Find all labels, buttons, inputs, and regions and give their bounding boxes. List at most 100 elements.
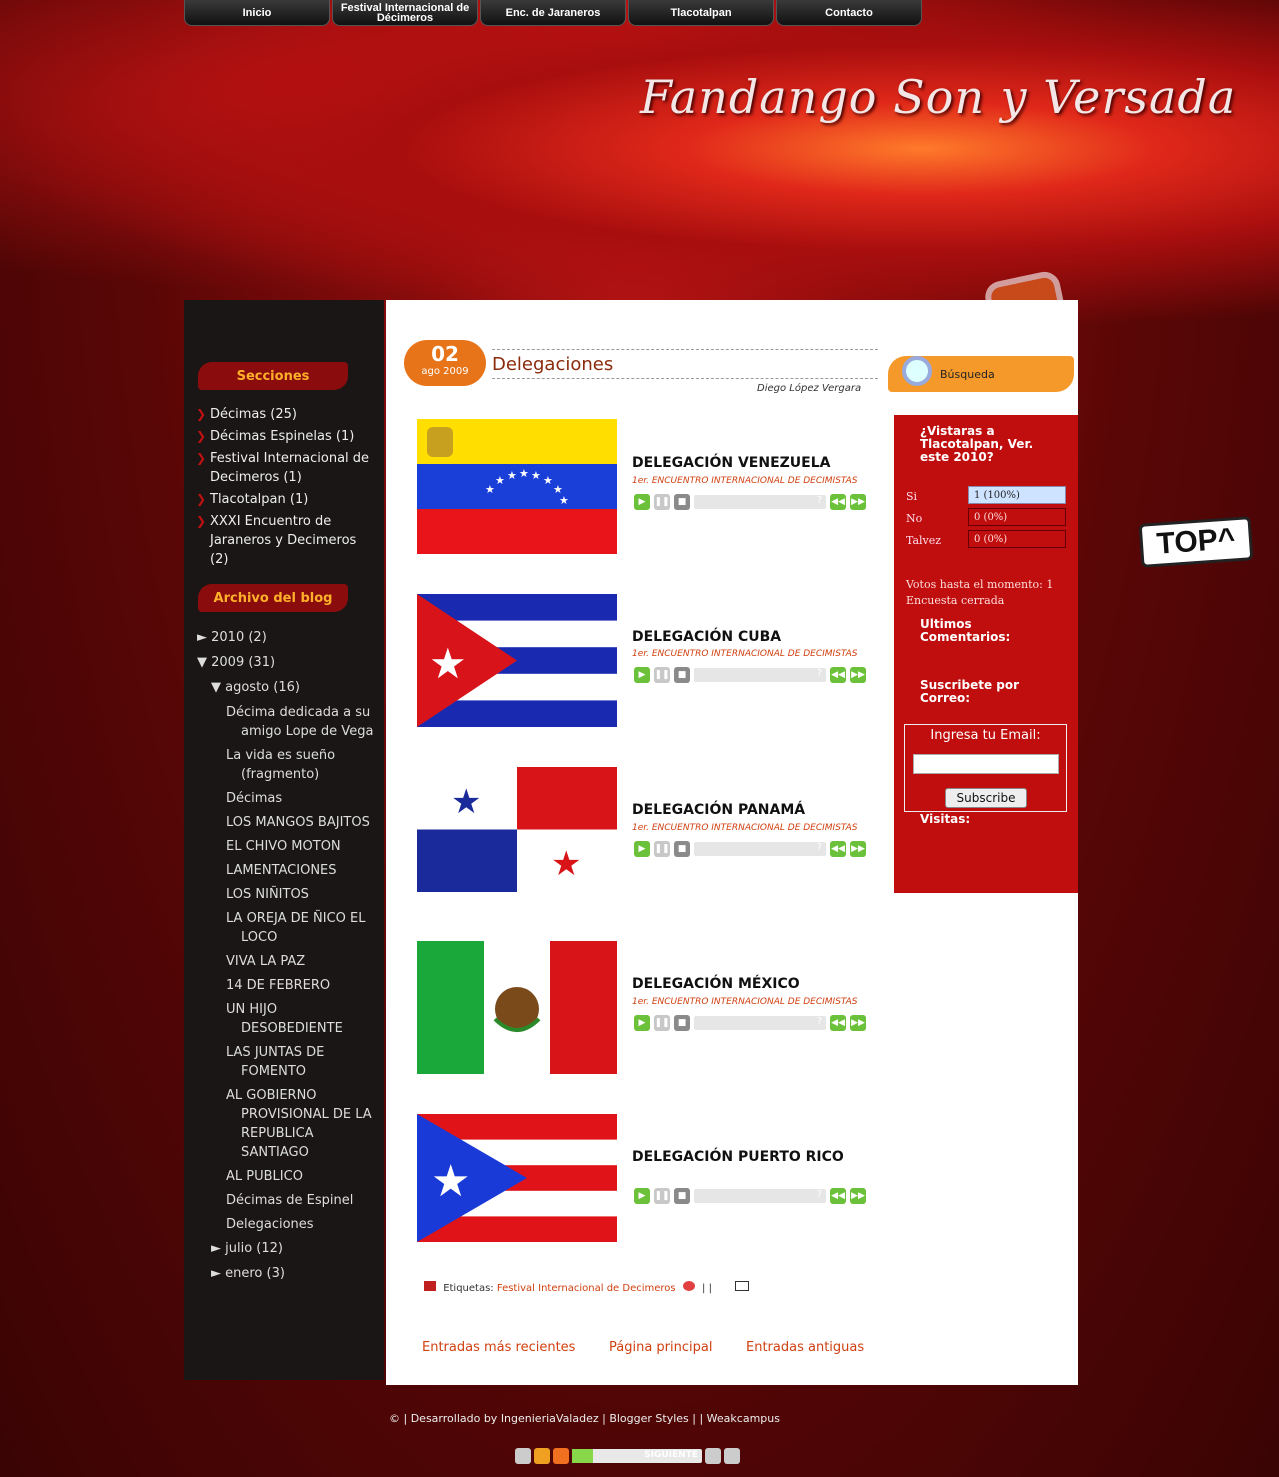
search-icon[interactable] (902, 356, 932, 386)
archive-post[interactable]: La vida es sueño (fragmento) (212, 746, 377, 784)
svg-text:★: ★ (431, 1156, 470, 1207)
archive-post[interactable]: VIVA LA PAZ (212, 952, 377, 971)
rewind-icon[interactable]: ◀◀ (830, 494, 846, 510)
audio-player: ▶ ❚❚ ■ ? ◀◀ ▶▶ (634, 1015, 866, 1031)
date-month-year: ago 2009 (421, 366, 469, 377)
list-item[interactable]: ❯ Festival Internacional de Decimeros (1) (196, 449, 371, 487)
arrow-icon: ❯ (196, 451, 207, 465)
label-link[interactable]: Festival Internacional de Decimeros (497, 1283, 676, 1294)
newer-posts-link[interactable]: Entradas más recientes (422, 1340, 575, 1355)
site-title[interactable]: Fandango Son y Versada (640, 70, 1236, 124)
archive-post[interactable]: LAMENTACIONES (212, 861, 377, 880)
forward-icon[interactable]: ▶▶ (850, 667, 866, 683)
archive-post[interactable]: Décimas de Espinel (212, 1191, 377, 1210)
progress-bar[interactable]: ? (694, 1016, 826, 1030)
archive-year-2010[interactable]: ► 2010 (2) (197, 628, 377, 653)
play-icon[interactable]: ▶ (634, 1015, 650, 1031)
archive-post[interactable]: 14 DE FEBRERO (212, 976, 377, 995)
progress-bar[interactable]: SIGUIENTE (572, 1449, 702, 1463)
stop-icon[interactable]: ■ (674, 667, 690, 683)
archive-post[interactable]: LOS NIÑITOS (212, 885, 377, 904)
list-item[interactable]: ❯ Décimas Espinelas (1) (196, 427, 371, 446)
forward-icon[interactable]: ▶▶ (850, 494, 866, 510)
pause-icon[interactable]: ❚❚ (654, 1188, 670, 1204)
archive-month-agosto[interactable]: ▼ agosto (16) (197, 678, 377, 703)
progress-bar[interactable]: ? (694, 668, 826, 682)
nav-festival[interactable]: Festival Internacional de Décimeros (332, 0, 478, 26)
arrow-icon: ❯ (196, 514, 207, 528)
progress-bar[interactable]: ? (694, 495, 826, 509)
poll-result: 0 (0%) (968, 530, 1066, 548)
post-title[interactable]: Delegaciones (492, 354, 613, 375)
nav-jaraneros[interactable]: Enc. de Jaraneros (480, 0, 626, 26)
archive-post[interactable]: Delegaciones (212, 1215, 377, 1234)
archive-post[interactable]: UN HIJO DESOBEDIENTE (212, 1000, 377, 1038)
list-item[interactable]: ❯ XXXI Encuentro de Jaraneros y Decimeros… (196, 512, 371, 569)
archive-post[interactable]: EL CHIVO MOTON (212, 837, 377, 856)
stop-icon[interactable] (553, 1448, 569, 1464)
pause-icon[interactable]: ❚❚ (654, 1015, 670, 1031)
pause-icon[interactable]: ❚❚ (654, 841, 670, 857)
email-field[interactable] (913, 754, 1059, 774)
mexico-flag (417, 941, 617, 1074)
subscribe-button[interactable]: Subscribe (945, 788, 1027, 808)
play-icon[interactable]: ▶ (634, 494, 650, 510)
archive-post[interactable]: Décimas (212, 789, 377, 808)
older-posts-link[interactable]: Entradas antiguas (746, 1340, 864, 1355)
list-item[interactable]: ❯ Décimas (25) (196, 405, 371, 424)
archive-post[interactable]: Décima dedicada a su amigo Lope de Vega (212, 703, 377, 741)
stop-icon[interactable]: ■ (674, 494, 690, 510)
post-labels: Etiquetas: Festival Internacional de Dec… (424, 1281, 750, 1294)
poll-result: 1 (100%) (968, 486, 1066, 504)
forward-icon[interactable] (724, 1448, 740, 1464)
forward-icon[interactable]: ▶▶ (850, 841, 866, 857)
rewind-icon[interactable] (705, 1448, 721, 1464)
list-item[interactable]: ❯ Tlacotalpan (1) (196, 490, 371, 509)
pause-icon[interactable]: ❚❚ (654, 667, 670, 683)
arrow-icon: ❯ (196, 492, 207, 506)
stop-icon[interactable]: ■ (674, 1188, 690, 1204)
archive-month-enero[interactable]: ► enero (3) (197, 1264, 377, 1289)
nav-contacto[interactable]: Contacto (776, 0, 922, 26)
arrow-icon: ❯ (196, 407, 207, 421)
rewind-icon[interactable]: ◀◀ (830, 1188, 846, 1204)
progress-bar[interactable]: ? (694, 842, 826, 856)
play-icon[interactable] (515, 1448, 531, 1464)
rewind-icon[interactable]: ◀◀ (830, 667, 846, 683)
delegation-name: DELEGACIÓN PUERTO RICO (632, 1149, 844, 1165)
stop-icon[interactable]: ■ (674, 841, 690, 857)
play-icon[interactable]: ▶ (634, 1188, 650, 1204)
archive-post[interactable]: LAS JUNTAS DE FOMENTO (212, 1043, 377, 1081)
delegation-panama: ★ ★ DELEGACIÓN PANAMÁ 1er. ENCUENTRO INT… (417, 767, 877, 892)
archive-month-julio[interactable]: ► julio (12) (197, 1239, 377, 1264)
rewind-icon[interactable]: ◀◀ (830, 841, 846, 857)
forward-icon[interactable]: ▶▶ (850, 1015, 866, 1031)
archive-post[interactable]: LOS MANGOS BAJITOS (212, 813, 377, 832)
stop-icon[interactable]: ■ (674, 1015, 690, 1031)
subscribe-box: Ingresa tu Email: Subscribe (904, 724, 1067, 812)
forward-icon[interactable]: ▶▶ (850, 1188, 866, 1204)
archive-post[interactable]: AL GOBIERNO PROVISIONAL DE LA REPUBLICA … (212, 1086, 377, 1162)
panama-flag: ★ ★ (417, 767, 617, 892)
progress-bar[interactable]: ? (694, 1189, 826, 1203)
email-post-icon[interactable] (735, 1281, 750, 1291)
pause-icon[interactable] (534, 1448, 550, 1464)
archive-post[interactable]: AL PUBLICO (212, 1167, 377, 1186)
delegation-mexico: DELEGACIÓN MÉXICO 1er. ENCUENTRO INTERNA… (417, 941, 877, 1074)
nav-inicio[interactable]: Inicio (184, 0, 330, 26)
archive-year-2009[interactable]: ▼ 2009 (31) (197, 653, 377, 678)
archive-post[interactable]: LA OREJA DE ÑICO EL LOCO (212, 909, 377, 947)
rewind-icon[interactable]: ◀◀ (830, 1015, 846, 1031)
nav-tlacotalpan[interactable]: Tlacotalpan (628, 0, 774, 26)
poll-option: No 0 (0%) (906, 508, 1066, 526)
home-link[interactable]: Página principal (609, 1340, 712, 1355)
comment-icon[interactable] (682, 1281, 695, 1291)
back-to-top-button[interactable]: TOP^ (1138, 516, 1254, 568)
pause-icon[interactable]: ❚❚ (654, 494, 670, 510)
delegation-subtitle: 1er. ENCUENTRO INTERNACIONAL DE DECIMIST… (632, 476, 858, 486)
venezuela-flag: ★★ ★ ★ ★ ★ ★★ (417, 419, 617, 554)
play-icon[interactable]: ▶ (634, 667, 650, 683)
play-icon[interactable]: ▶ (634, 841, 650, 857)
archivo-heading: Archivo del blog (198, 584, 348, 612)
blog-archive: ► 2010 (2) ▼ 2009 (31) ▼ agosto (16) Déc… (197, 628, 377, 1289)
